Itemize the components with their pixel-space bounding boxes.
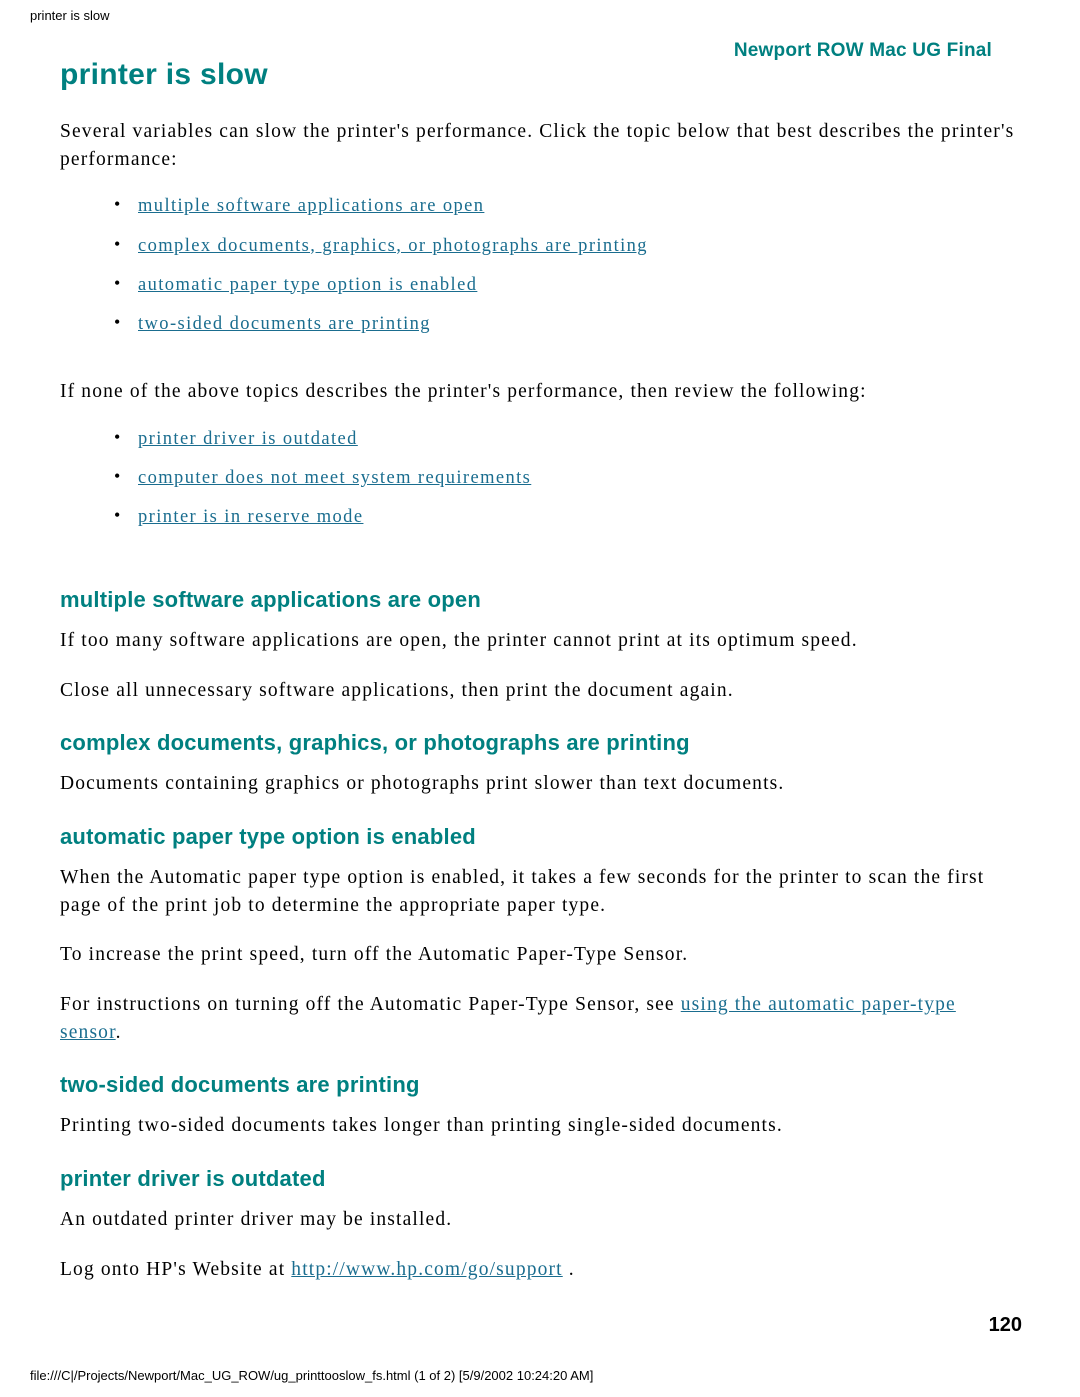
page-title: printer is slow	[60, 58, 268, 91]
link-paragraph-prefix: Log onto HP's Website at	[60, 1258, 292, 1280]
section-paragraph: An outdated printer driver may be instal…	[60, 1209, 453, 1231]
section-heading-complex-documents: complex documents, graphics, or photogra…	[60, 730, 690, 756]
browser-page-title: printer is slow	[30, 8, 110, 23]
section-heading-two-sided-documents: two-sided documents are printing	[60, 1072, 420, 1098]
topic-link-complex-documents[interactable]: complex documents, graphics, or photogra…	[138, 236, 648, 256]
secondary-topic-list: printer driver is outdated computer does…	[60, 426, 1022, 529]
list-item: computer does not meet system requiremen…	[114, 465, 1022, 490]
inline-link-hp-support-url[interactable]: http://www.hp.com/go/support	[291, 1259, 562, 1280]
page-number: 120	[988, 1314, 1022, 1336]
section-paragraph: When the Automatic paper type option is …	[60, 867, 985, 916]
document-page: printer is slow Newport ROW Mac UG Final…	[0, 0, 1080, 1397]
topic-link-reserve-mode[interactable]: printer is in reserve mode	[138, 507, 363, 527]
link-paragraph-prefix: For instructions on turning off the Auto…	[60, 994, 681, 1016]
section-paragraph: Documents containing graphics or photogr…	[60, 773, 785, 795]
document-content: printer is slow Several variables can sl…	[60, 58, 1022, 1306]
link-paragraph-suffix: .	[115, 1021, 122, 1043]
section-heading-multiple-software: multiple software applications are open	[60, 586, 481, 612]
section-paragraph-with-link: For instructions on turning off the Auto…	[60, 991, 1022, 1046]
intro-paragraph: Several variables can slow the printer's…	[60, 121, 1015, 170]
section-paragraph: Close all unnecessary software applicati…	[60, 679, 734, 701]
section-paragraph: If too many software applications are op…	[60, 629, 858, 651]
primary-topic-list: multiple software applications are open …	[60, 193, 1022, 336]
secondary-intro-paragraph: If none of the above topics describes th…	[60, 380, 867, 402]
list-item: printer driver is outdated	[114, 426, 1022, 451]
browser-status-bar: file:///C|/Projects/Newport/Mac_UG_ROW/u…	[30, 1368, 594, 1383]
section-heading-printer-driver-outdated: printer driver is outdated	[60, 1166, 326, 1192]
topic-link-automatic-paper-type[interactable]: automatic paper type option is enabled	[138, 275, 477, 295]
list-item: two-sided documents are printing	[114, 311, 1022, 336]
link-paragraph-suffix: .	[562, 1258, 575, 1280]
list-item: automatic paper type option is enabled	[114, 272, 1022, 297]
section-heading-automatic-paper-type: automatic paper type option is enabled	[60, 824, 476, 849]
topic-link-system-requirements[interactable]: computer does not meet system requiremen…	[138, 468, 531, 488]
list-item: printer is in reserve mode	[114, 504, 1022, 529]
section-paragraph: To increase the print speed, turn off th…	[60, 944, 689, 966]
section-paragraph-with-link: Log onto HP's Website at http://www.hp.c…	[60, 1256, 1022, 1284]
topic-link-two-sided-documents[interactable]: two-sided documents are printing	[138, 314, 431, 334]
topic-link-printer-driver-outdated[interactable]: printer driver is outdated	[138, 429, 358, 449]
list-item: complex documents, graphics, or photogra…	[114, 232, 1022, 258]
section-paragraph: Printing two-sided documents takes longe…	[60, 1115, 783, 1137]
topic-link-multiple-software[interactable]: multiple software applications are open	[138, 196, 484, 216]
list-item: multiple software applications are open	[114, 193, 1022, 218]
